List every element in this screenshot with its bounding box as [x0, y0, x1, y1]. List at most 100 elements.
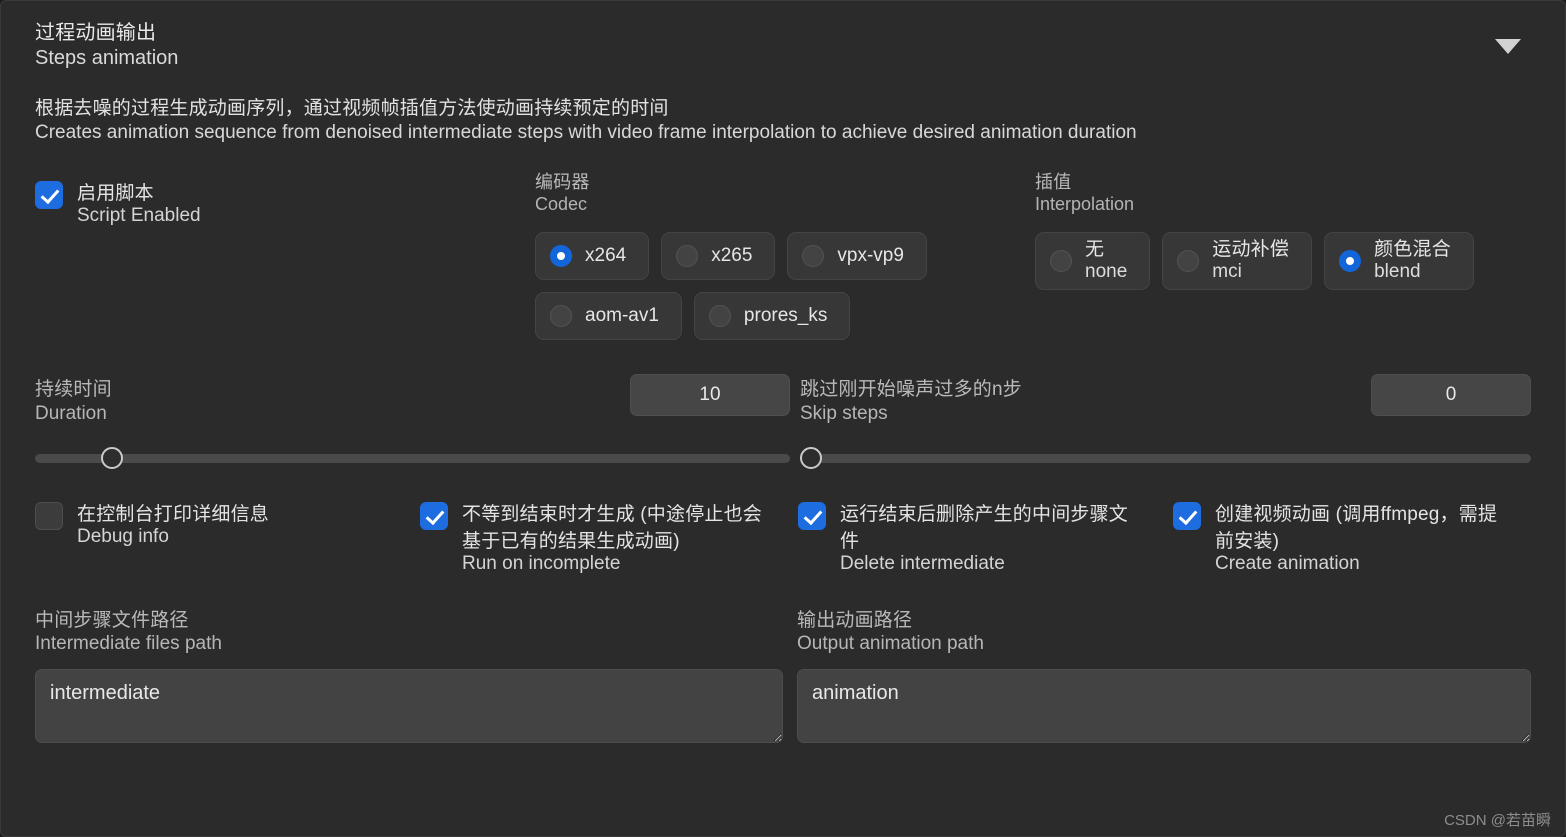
interpolation-option-blend[interactable]: 颜色混合 blend — [1324, 232, 1474, 291]
interpolation-column: 插值 Interpolation 无 none 运动补偿 mci 颜色混合 bl… — [1035, 172, 1531, 340]
script-enabled-column: 启用脚本 Script Enabled — [35, 172, 535, 340]
duration-slider-track — [35, 453, 790, 463]
interpolation-option-none-text: 无 none — [1085, 239, 1127, 284]
codec-option-x264[interactable]: x264 — [535, 232, 650, 281]
interpolation-option-mci-label-en: mci — [1212, 261, 1242, 283]
interpolation-option-mci-label-zh: 运动补偿 — [1212, 238, 1290, 260]
duration-slider-thumb[interactable] — [100, 446, 123, 469]
toggle-create-animation-row[interactable]: 创建视频动画 (调用ffmpeg，需提前安装) Create animation — [1173, 499, 1531, 575]
codec-option-aom-av1-label: aom-av1 — [585, 305, 659, 327]
toggle-run-on-incomplete-row[interactable]: 不等到结束时才生成 (中途停止也会基于已有的结果生成动画) Run on inc… — [420, 499, 798, 575]
watermark: CSDN @若苗瞬 — [1444, 812, 1551, 829]
steps-animation-panel: 过程动画输出 Steps animation 根据去噪的过程生成动画序列，通过视… — [0, 0, 1566, 837]
interpolation-option-mci-text: 运动补偿 mci — [1212, 239, 1289, 284]
description-zh: 根据去噪的过程生成动画序列，通过视频帧插值方法使动画持续预定的时间 — [35, 97, 669, 119]
codec-option-prores-ks[interactable]: prores_ks — [693, 292, 851, 341]
paths-row: 中间步骤文件路径 Intermediate files path interme… — [35, 609, 1531, 748]
chevron-down-icon[interactable] — [1495, 39, 1521, 54]
create-animation-label: 创建视频动画 (调用ffmpeg，需提前安装) Create animation — [1215, 499, 1515, 575]
toggle-delete-intermediate-row[interactable]: 运行结束后删除产生的中间步骤文件 Delete intermediate — [798, 499, 1173, 575]
run-on-incomplete-label: 不等到结束时才生成 (中途停止也会基于已有的结果生成动画) Run on inc… — [462, 499, 762, 575]
output-path-input[interactable]: animation — [797, 669, 1531, 744]
skip-steps-label-zh: 跳过刚开始噪声过多的n步 — [800, 379, 1022, 401]
debug-info-label-zh: 在控制台打印详细信息 — [77, 503, 270, 525]
radio-off-icon — [1177, 250, 1200, 273]
codec-column: 编码器 Codec x264 x265 vpx-vp9 aom-av1 pror… — [535, 172, 1035, 341]
create-animation-checkbox[interactable] — [1173, 501, 1201, 530]
panel-title-zh: 过程动画输出 — [35, 22, 157, 44]
radio-off-icon — [676, 245, 699, 268]
duration-label: 持续时间 Duration — [35, 374, 112, 424]
debug-info-label-en: Debug info — [77, 525, 169, 547]
toggle-create-animation: 创建视频动画 (调用ffmpeg，需提前安装) Create animation — [1173, 499, 1531, 575]
run-on-incomplete-label-en: Run on incomplete — [462, 552, 621, 574]
interpolation-option-mci[interactable]: 运动补偿 mci — [1162, 232, 1313, 291]
skip-steps-group: 跳过刚开始噪声过多的n步 Skip steps 0 — [800, 374, 1531, 469]
duration-value-input[interactable]: 10 — [630, 374, 790, 417]
skip-steps-slider-thumb[interactable] — [800, 446, 822, 469]
interpolation-label-zh: 插值 — [1035, 172, 1072, 193]
interpolation-group-label: 插值 Interpolation — [1035, 172, 1531, 216]
debug-info-checkbox[interactable] — [35, 501, 63, 530]
script-enabled-checkbox[interactable] — [35, 181, 63, 210]
codec-option-x265[interactable]: x265 — [661, 232, 776, 281]
radio-off-icon — [708, 305, 731, 328]
interpolation-option-blend-label-zh: 颜色混合 — [1374, 238, 1451, 260]
toggle-debug-info: 在控制台打印详细信息 Debug info — [35, 499, 420, 575]
codec-option-x265-text: x265 — [711, 245, 752, 267]
toggle-debug-info-row[interactable]: 在控制台打印详细信息 Debug info — [35, 499, 420, 548]
script-enabled-label-en: Script Enabled — [77, 205, 201, 227]
duration-label-en: Duration — [35, 402, 107, 424]
interpolation-option-none-label-en: none — [1085, 261, 1128, 283]
page-title: 过程动画输出 Steps animation — [35, 21, 178, 71]
duration-slider[interactable] — [35, 446, 790, 469]
codec-option-x265-label: x265 — [711, 245, 753, 267]
codec-group-label: 编码器 Codec — [535, 172, 1035, 216]
debug-info-label: 在控制台打印详细信息 Debug info — [77, 499, 269, 548]
run-on-incomplete-checkbox[interactable] — [420, 501, 448, 530]
skip-steps-value-input[interactable]: 0 — [1371, 374, 1531, 417]
codec-option-vpx-vp9-label: vpx-vp9 — [837, 245, 904, 267]
create-animation-label-en: Create animation — [1215, 552, 1360, 574]
codec-option-aom-av1-text: aom-av1 — [585, 305, 659, 327]
delete-intermediate-checkbox[interactable] — [798, 501, 826, 530]
output-path-group: 输出动画路径 Output animation path animation — [797, 609, 1531, 748]
codec-option-prores-ks-text: prores_ks — [744, 305, 827, 327]
output-path-label-zh: 输出动画路径 — [797, 609, 913, 631]
interpolation-option-blend-label-en: blend — [1374, 261, 1421, 283]
codec-label-zh: 编码器 — [535, 172, 590, 193]
radio-off-icon — [802, 245, 825, 268]
run-on-incomplete-label-zh: 不等到结束时才生成 (中途停止也会基于已有的结果生成动画) — [462, 503, 763, 552]
duration-group: 持续时间 Duration 10 — [35, 374, 790, 469]
panel-title-en: Steps animation — [35, 46, 179, 69]
codec-option-aom-av1[interactable]: aom-av1 — [535, 292, 682, 341]
skip-steps-slider-track — [800, 453, 1531, 463]
description-en: Creates animation sequence from denoised… — [35, 121, 1137, 143]
intermediate-path-group: 中间步骤文件路径 Intermediate files path interme… — [35, 609, 783, 748]
interpolation-label-en: Interpolation — [1035, 194, 1135, 215]
codec-label-en: Codec — [535, 194, 588, 215]
intermediate-path-label-zh: 中间步骤文件路径 — [35, 609, 189, 631]
codec-option-vpx-vp9[interactable]: vpx-vp9 — [787, 232, 927, 281]
script-enabled-label-zh: 启用脚本 — [77, 183, 154, 205]
delete-intermediate-label-en: Delete intermediate — [840, 552, 1005, 574]
delete-intermediate-label: 运行结束后删除产生的中间步骤文件 Delete intermediate — [840, 499, 1140, 575]
radio-off-icon — [1050, 250, 1072, 273]
interpolation-option-none[interactable]: 无 none — [1035, 232, 1151, 291]
radio-on-icon — [1339, 250, 1362, 273]
intermediate-path-input[interactable]: intermediate — [35, 669, 783, 744]
codec-radio-group: x264 x265 vpx-vp9 aom-av1 prores_ks — [535, 232, 1035, 341]
delete-intermediate-label-zh: 运行结束后删除产生的中间步骤文件 — [840, 503, 1129, 552]
panel-header: 过程动画输出 Steps animation — [35, 21, 1531, 71]
codec-option-x264-text: x264 — [585, 245, 626, 267]
skip-steps-slider[interactable] — [800, 446, 1531, 469]
intermediate-path-label-en: Intermediate files path — [35, 632, 222, 654]
codec-option-vpx-vp9-text: vpx-vp9 — [837, 245, 904, 267]
output-path-label-en: Output animation path — [797, 632, 984, 654]
intermediate-path-label: 中间步骤文件路径 Intermediate files path — [35, 609, 783, 655]
interpolation-option-blend-text: 颜色混合 blend — [1374, 239, 1451, 284]
toggles-row: 在控制台打印详细信息 Debug info 不等到结束时才生成 (中途停止也会基… — [35, 499, 1531, 575]
script-enabled-checkbox-row[interactable]: 启用脚本 Script Enabled — [35, 178, 535, 227]
radio-off-icon — [550, 305, 572, 328]
toggle-delete-intermediate: 运行结束后删除产生的中间步骤文件 Delete intermediate — [798, 499, 1173, 575]
